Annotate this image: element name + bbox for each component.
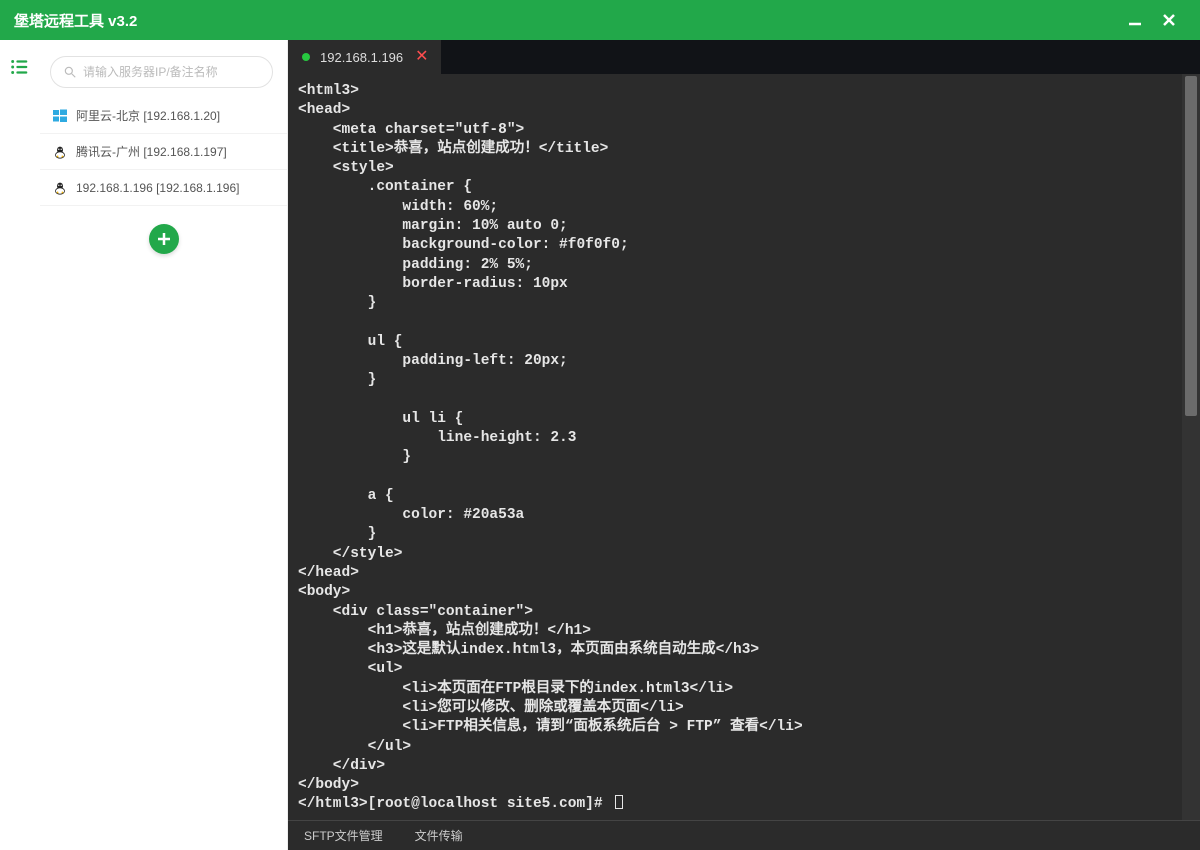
server-item-label: 腾讯云-广州 [192.168.1.197] [76, 143, 227, 160]
server-item[interactable]: 192.168.1.196 [192.168.1.196] [40, 170, 287, 206]
sidebar: 阿里云-北京 [192.168.1.20] 腾讯云-广州 [192.168.1.… [40, 40, 288, 850]
session-tab-close[interactable]: ✕ [413, 49, 430, 65]
server-item[interactable]: 腾讯云-广州 [192.168.1.197] [40, 134, 287, 170]
main-area: 192.168.1.196 ✕ <html3> <head> <meta cha… [288, 40, 1200, 850]
bottom-panel-tabs: SFTP文件管理 文件传输 [288, 820, 1200, 850]
close-icon [1162, 13, 1176, 27]
list-icon [9, 56, 31, 78]
linux-icon [52, 180, 68, 196]
linux-icon [52, 144, 68, 160]
server-list-toggle[interactable] [9, 56, 31, 78]
gutter [0, 40, 40, 850]
minimize-icon [1128, 13, 1142, 27]
server-search-input[interactable] [83, 65, 260, 79]
server-item[interactable]: 阿里云-北京 [192.168.1.20] [40, 98, 287, 134]
windows-icon [52, 108, 68, 124]
minimize-button[interactable] [1118, 0, 1152, 40]
terminal-scrollbar[interactable] [1182, 74, 1200, 820]
terminal-cursor [615, 795, 623, 809]
app-title: 堡塔远程工具 v3.2 [14, 10, 1118, 31]
session-tab-label: 192.168.1.196 [320, 50, 403, 65]
session-tab[interactable]: 192.168.1.196 ✕ [288, 40, 442, 74]
tab-file-transfer[interactable]: 文件传输 [399, 821, 479, 850]
terminal-output[interactable]: <html3> <head> <meta charset="utf-8"> <t… [288, 74, 1182, 820]
session-tabstrip: 192.168.1.196 ✕ [288, 40, 1200, 74]
scrollbar-thumb[interactable] [1185, 76, 1197, 416]
add-server-button[interactable] [149, 224, 179, 254]
tab-sftp-manager[interactable]: SFTP文件管理 [288, 821, 399, 850]
server-item-label: 阿里云-北京 [192.168.1.20] [76, 107, 220, 124]
close-window-button[interactable] [1152, 0, 1186, 40]
plus-icon [156, 231, 172, 247]
server-item-label: 192.168.1.196 [192.168.1.196] [76, 181, 239, 195]
status-dot-icon [302, 53, 310, 61]
search-icon [63, 65, 77, 79]
server-search[interactable] [50, 56, 273, 88]
titlebar: 堡塔远程工具 v3.2 [0, 0, 1200, 40]
server-list: 阿里云-北京 [192.168.1.20] 腾讯云-广州 [192.168.1.… [40, 98, 287, 206]
